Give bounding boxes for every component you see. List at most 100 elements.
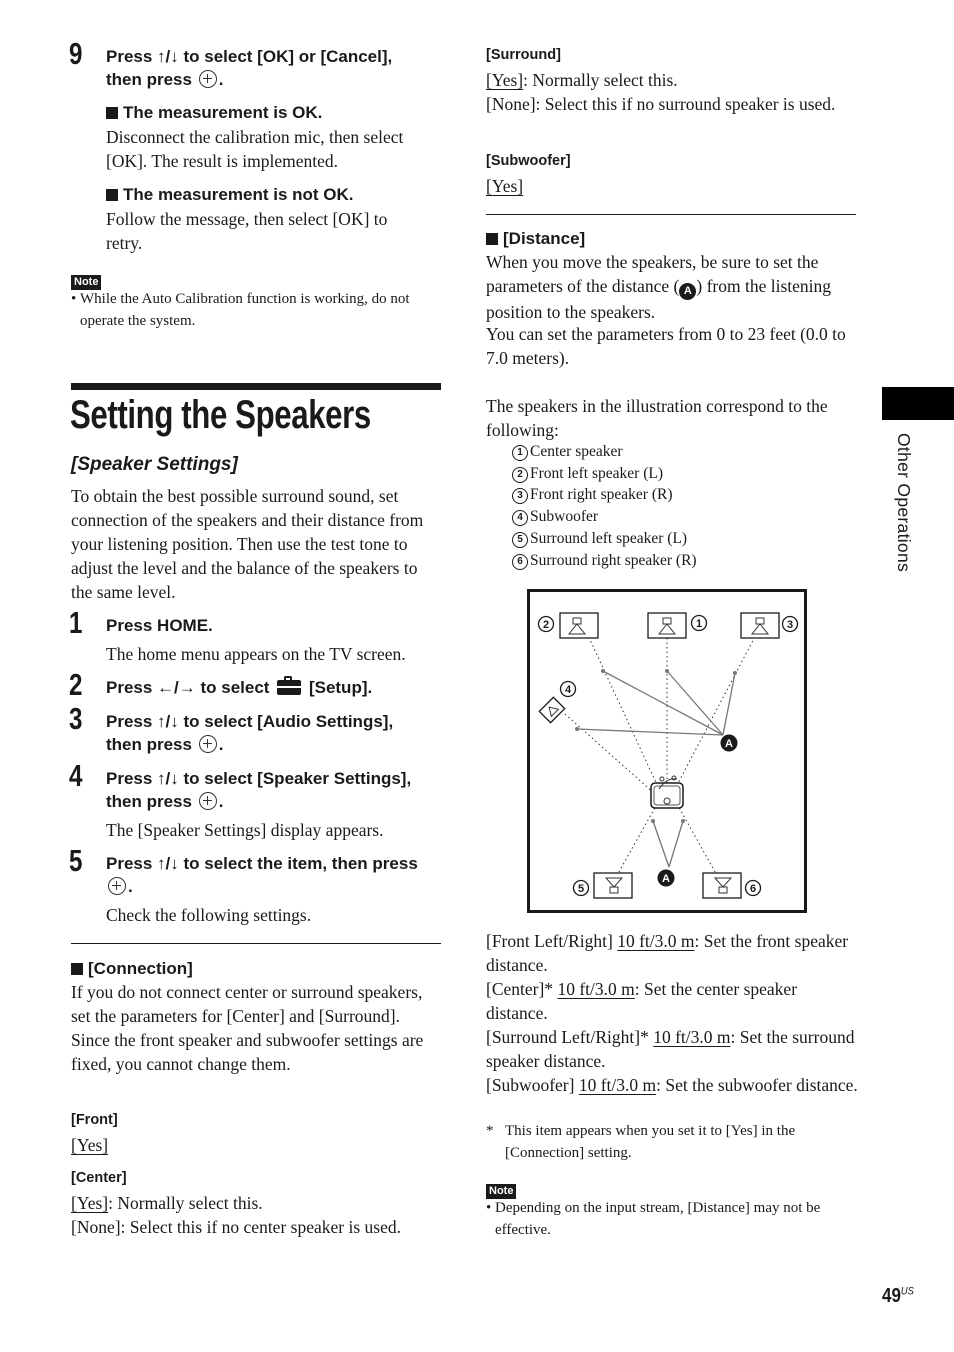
setting-label: [Surround Left/Right]* (486, 1027, 649, 1047)
section-rule (71, 383, 441, 390)
legend-item: 6 Surround right speaker (R) (512, 550, 697, 572)
front-right-speaker-icon (740, 612, 780, 639)
heading-text: [Distance] (503, 229, 586, 248)
legend-item: 4 Subwoofer (512, 506, 697, 528)
page-number-value: 49 (882, 1285, 901, 1307)
step-number: 9 (69, 36, 83, 71)
option-desc: [None]: Select this if no surround speak… (486, 94, 836, 114)
bullet: • (486, 1200, 492, 1216)
chapter-label: Other Operations (894, 433, 914, 573)
default-value: 10 ft/3.0 m (578, 1075, 657, 1095)
step-result: The [Speaker Settings] display appears. (106, 820, 384, 840)
distance-text: When you move the speakers, be sure to s… (486, 250, 858, 324)
default-value: 10 ft/3.0 m (617, 931, 695, 951)
default-value: [Yes] (486, 176, 524, 196)
step-result: The home menu appears on the TV screen. (106, 644, 406, 664)
svg-text:6: 6 (750, 883, 756, 895)
toolbox-icon (277, 676, 302, 695)
legend-item: 2 Front left speaker (L) (512, 463, 697, 485)
center-speaker-icon (647, 612, 687, 639)
number-badge: 6 (512, 553, 528, 570)
instruction-line: then press (106, 70, 192, 89)
note-text: Depending on the input stream, [Distance… (495, 1200, 821, 1238)
number-badge: 5 (572, 879, 590, 897)
divider (71, 943, 441, 944)
number-badge: 4 (512, 510, 528, 527)
svg-text:A: A (662, 873, 670, 885)
instruction-line: then press (106, 792, 192, 811)
distance-marker-icon: A (657, 869, 675, 887)
step-instruction: Press HOME. (106, 616, 213, 635)
divider (486, 214, 856, 215)
not-ok-text: Follow the message, then select [OK] to … (106, 209, 388, 253)
step-instruction: Press ↑/↓ to select [Speaker Settings], … (106, 767, 451, 813)
footnote: * This item appears when you set it to [… (486, 1120, 858, 1164)
legend-label: Front right speaker (R) (530, 486, 673, 504)
step-number: 4 (69, 758, 83, 793)
subheading-ok: The measurement is OK. (106, 101, 322, 124)
distance-setting: [Subwoofer] 10 ft/3.0 m: Set the subwoof… (486, 1073, 858, 1097)
instruction-line: Press ↑/↓ to select [Speaker Settings], (106, 769, 412, 788)
square-bullet-icon (106, 189, 118, 201)
distance-marker-icon: A (679, 283, 697, 300)
surround-left-speaker-icon (593, 872, 633, 899)
speaker-placement-diagram: 2 1 3 4 5 6 A A (527, 589, 807, 913)
note-item: • Depending on the input stream, [Distanc… (486, 1197, 858, 1241)
intro-text: To obtain the best possible surround sou… (71, 486, 424, 602)
page-suffix: US (900, 1285, 914, 1298)
default-value: [Yes] (71, 1135, 109, 1155)
number-badge: 3 (781, 615, 799, 633)
option-desc: : Normally select this. (523, 70, 678, 90)
svg-text:1: 1 (696, 618, 702, 630)
number-badge: 4 (559, 680, 577, 698)
option-desc: : Normally select this. (108, 1193, 263, 1213)
instruction-text: [Setup]. (308, 678, 373, 697)
legend-item: 3 Front right speaker (R) (512, 484, 697, 506)
step-number: 1 (69, 605, 83, 640)
default-value: 10 ft/3.0 m (653, 1027, 731, 1047)
distance-marker-icon: A (720, 734, 738, 752)
legend-label: Surround right speaker (R) (530, 551, 697, 569)
subwoofer-value: [Yes] (486, 174, 523, 198)
square-bullet-icon (486, 233, 498, 245)
front-value: [Yes] (71, 1133, 108, 1157)
distance-setting: [Front Left/Right] 10 ft/3.0 m: Set the … (486, 929, 858, 977)
footnote-text: This item appears when you set it to [Ye… (505, 1123, 796, 1161)
surround-label: [Surround] (486, 47, 561, 63)
step-number: 2 (69, 667, 83, 702)
svg-text:A: A (725, 738, 733, 750)
number-badge: 6 (744, 879, 762, 897)
number-badge: 1 (512, 445, 528, 461)
default-value: 10 ft/3.0 m (557, 979, 635, 999)
number-badge: 5 (512, 531, 528, 548)
step-instruction: Press ↑/↓ to select [Audio Settings], th… (106, 710, 451, 756)
svg-text:3: 3 (787, 619, 793, 631)
number-badge: 2 (537, 615, 555, 633)
distance-heading: [Distance] (486, 227, 585, 250)
setting-label: [Subwoofer] (486, 1075, 575, 1095)
step-instruction: Press ↑/↓ to select the item, then press… (106, 852, 451, 898)
enter-button-icon (198, 735, 217, 753)
footnote-mark: * (486, 1123, 494, 1139)
ok-text: Disconnect the calibration mic, then sel… (106, 127, 404, 171)
enter-button-icon (198, 70, 217, 88)
distance-range: You can set the parameters from 0 to 23 … (486, 324, 846, 368)
svg-text:5: 5 (578, 883, 584, 895)
step-number: 3 (69, 701, 83, 736)
step-number: 5 (69, 843, 83, 878)
instruction-line: then press (106, 735, 192, 754)
front-left-speaker-icon (559, 612, 599, 639)
number-badge: 1 (690, 614, 708, 632)
step-instruction: Press ←/→ to select [Setup]. (106, 676, 372, 699)
instruction-text: Press ←/→ to select (106, 678, 270, 697)
number-badge: 2 (512, 466, 528, 483)
square-bullet-icon (71, 963, 83, 975)
setting-label: [Front Left/Right] (486, 931, 613, 951)
surround-options: [Yes]: Normally select this. [None]: Sel… (486, 68, 856, 116)
front-label: [Front] (71, 1112, 118, 1128)
legend-item: 1 Center speaker (512, 441, 697, 463)
bullet: • (71, 291, 77, 307)
instruction-line: Press ↑/↓ to select [OK] or [Cancel], (106, 47, 393, 66)
subwoofer-label: [Subwoofer] (486, 153, 571, 169)
legend-label: Surround left speaker (L) (530, 529, 688, 547)
